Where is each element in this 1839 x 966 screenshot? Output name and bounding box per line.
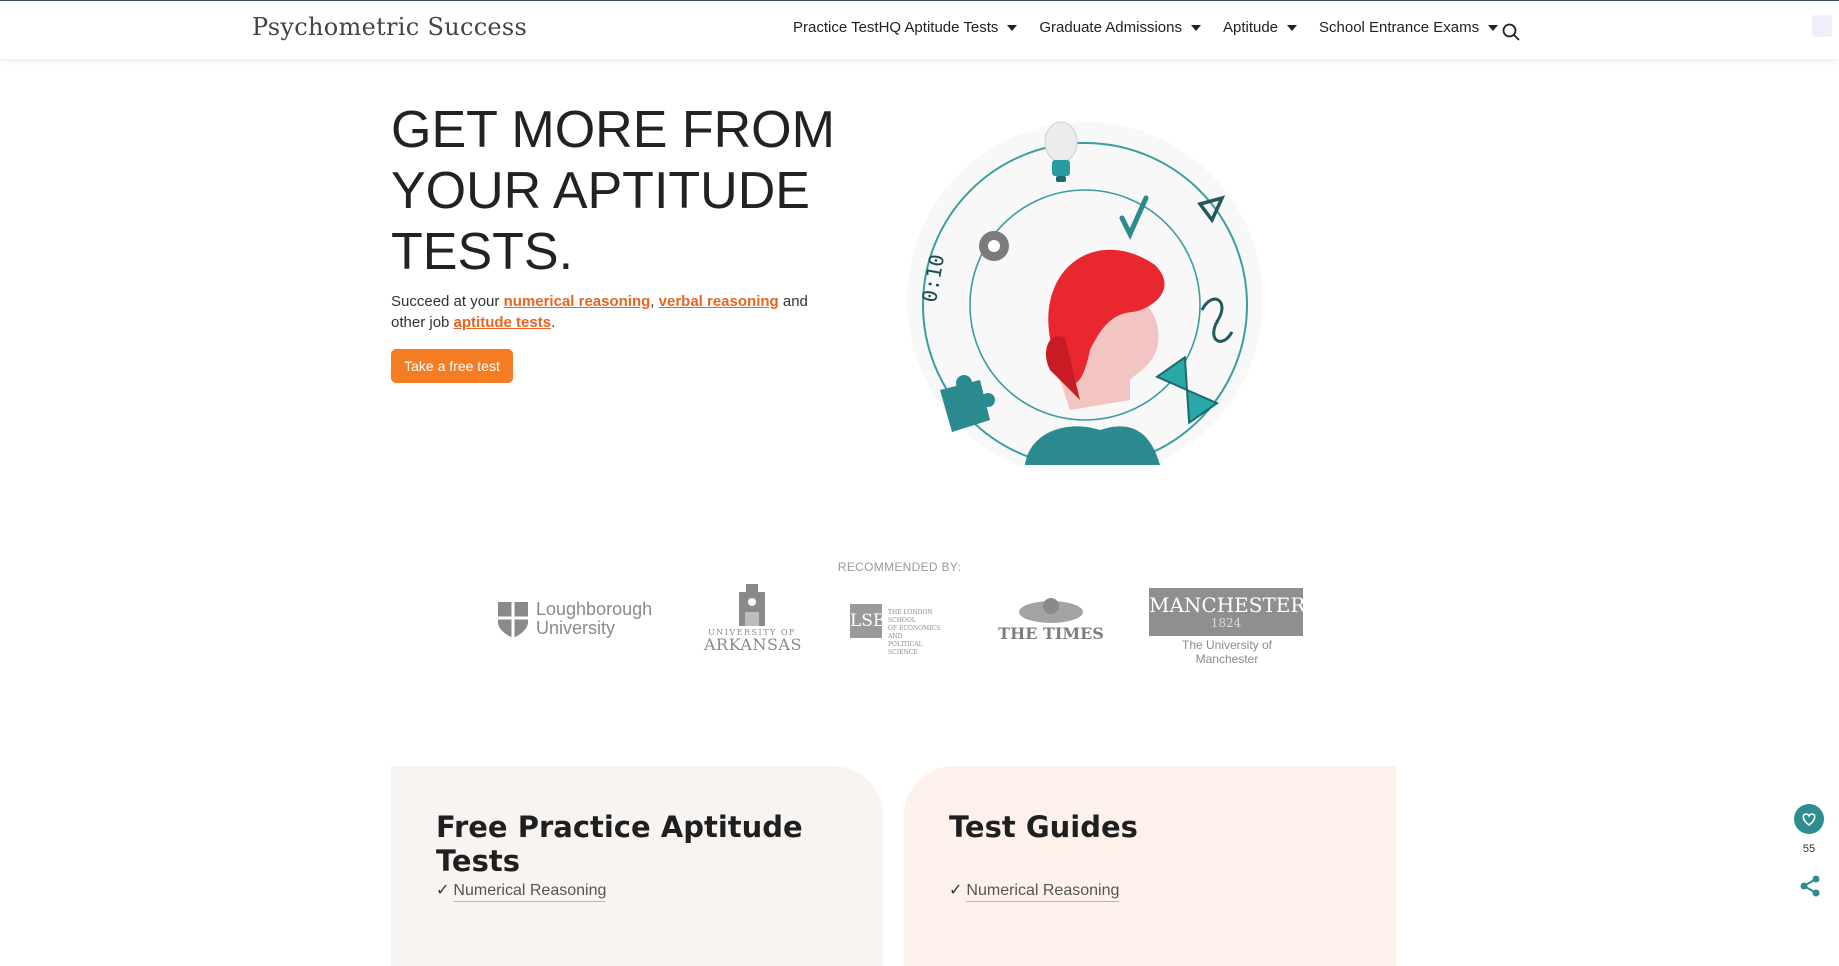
crest-icon [1019,598,1083,623]
share-icon[interactable] [1796,872,1824,900]
arkansas-logo: UNIVERSITY OF ARKANSAS [704,584,802,660]
partner-name: THE TIMES [998,624,1104,643]
chevron-down-icon [1007,24,1018,31]
take-free-test-button[interactable]: Take a free test [391,349,513,383]
heart-icon [1802,813,1816,826]
manchester-logo: MANCHESTER 1824 The University of Manche… [1149,588,1306,666]
link-aptitude-tests[interactable]: aptitude tests [454,314,552,331]
the-times-logo: THE TIMES [996,596,1106,646]
link-numerical-reasoning[interactable]: Numerical Reasoning [453,882,607,902]
partner-name: THE LONDON SCHOOL [888,609,933,624]
partner-logos: Loughborough University UNIVERSITY OF AR… [490,580,1310,666]
partner-name: OF ECONOMICS AND [888,625,941,640]
partner-name: The University of Manchester [1181,638,1273,666]
shield-icon [498,602,528,638]
building-icon [739,584,765,626]
check-icon: ✓ [949,882,963,899]
main-nav: Practice TestHQ Aptitude Tests Graduate … [793,19,1520,36]
partner-name: MANCHESTER [1149,593,1306,617]
nav-practice-tests[interactable]: Practice TestHQ Aptitude Tests [793,19,1018,36]
link-numerical-reasoning[interactable]: numerical reasoning [504,293,651,310]
partner-name: University [536,618,616,638]
check-icon: ✓ [436,882,450,899]
site-header: Psychometric Success Practice TestHQ Apt… [0,1,1839,59]
card-list-item: ✓ Numerical Reasoning [949,880,1120,902]
chevron-down-icon [1190,24,1201,31]
subtitle-text: . [551,314,556,331]
card-list-item: ✓ Numerical Reasoning [436,880,607,902]
partner-year: 1824 [1210,616,1242,630]
site-logo[interactable]: Psychometric Success [252,13,527,41]
loughborough-logo: Loughborough University [496,600,656,642]
nav-graduate-admissions[interactable]: Graduate Admissions [1039,19,1201,36]
partner-name: POLITICAL SCIENCE [888,641,923,656]
link-numerical-reasoning[interactable]: Numerical Reasoning [966,882,1120,902]
link-verbal-reasoning[interactable]: verbal reasoning [659,293,779,310]
chevron-down-icon [1287,24,1298,31]
hero-illustration: 0:10 [907,121,1263,465]
favorite-count: 55 [1802,843,1816,855]
nav-label: School Entrance Exams [1319,19,1480,36]
hero-subtitle: Succeed at your numerical reasoning, ver… [391,291,831,333]
lse-logo: LSE THE LONDON SCHOOL OF ECONOMICS AND P… [850,604,950,656]
gear-icon [979,231,1009,261]
recommended-label: RECOMMENDED BY: [837,560,962,574]
card-title: Test Guides [949,810,1138,844]
lse-mark: LSE [850,604,885,638]
free-practice-tests-card: Free Practice Aptitude Tests ✓ Numerical … [391,766,883,966]
test-guides-card: Test Guides ✓ Numerical Reasoning [904,766,1396,966]
extension-icon[interactable] [1812,15,1832,37]
nav-label: Practice TestHQ Aptitude Tests [793,19,999,36]
subtitle-text: , [650,293,659,310]
nav-school-entrance-exams[interactable]: School Entrance Exams [1319,19,1499,36]
chevron-down-icon [1488,24,1499,31]
partner-name: ARKANSAS [704,635,802,654]
favorite-button[interactable] [1794,804,1824,834]
partner-name: Loughborough [536,599,653,619]
nav-aptitude[interactable]: Aptitude [1222,19,1298,36]
card-title: Free Practice Aptitude Tests [436,810,803,878]
search-icon[interactable] [1502,23,1520,41]
hero-title: GET MORE FROM YOUR APTITUDE TESTS. [391,101,835,281]
subtitle-text: Succeed at your [391,293,504,310]
nav-label: Aptitude [1222,19,1279,36]
nav-label: Graduate Admissions [1039,19,1182,36]
